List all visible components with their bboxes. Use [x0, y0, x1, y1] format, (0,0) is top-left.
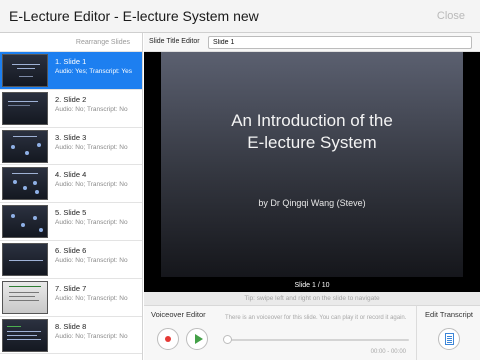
- slide-item-title: 1. Slide 1: [55, 57, 87, 66]
- slide-item-status: Audio: No; Transcript: No: [55, 256, 128, 264]
- slide-page-indicator: Slide 1 / 10: [144, 280, 480, 292]
- voiceover-message: There is an voiceover for this slide. Yo…: [225, 315, 407, 321]
- slide-preview[interactable]: An Introduction of the E-lecture System …: [161, 52, 463, 277]
- slide-thumbnail: [2, 242, 48, 276]
- slide-heading-line: E-lecture System: [247, 133, 377, 152]
- playback-time: 00:00 - 00:00: [370, 349, 406, 355]
- slide-item-title: 6. Slide 6: [55, 245, 87, 255]
- rearrange-slides-button[interactable]: Rearrange Slides: [0, 33, 142, 52]
- slide-item-status: Audio: No; Transcript: No: [55, 105, 128, 113]
- voiceover-editor: Voiceover Editor There is an voiceover f…: [144, 305, 416, 360]
- title-bar: E-Lecture Editor - E-lecture System new …: [0, 0, 480, 33]
- close-button[interactable]: Close: [437, 10, 465, 22]
- slide-list-item[interactable]: 1. Slide 1 Audio: Yes; Transcript: Yes: [0, 52, 142, 90]
- slide-author: by Dr Qingqi Wang (Steve): [258, 198, 366, 208]
- slide-title-editor: Slide Title Editor: [144, 33, 480, 52]
- slide-item-title: 8. Slide 8: [55, 321, 87, 331]
- transcript-title: Edit Transcript: [425, 310, 473, 319]
- slide-thumbnail: [2, 167, 48, 201]
- slide-list-item[interactable]: 4. Slide 4 Audio: No; Transcript: No: [0, 165, 142, 204]
- slide-item-status: Audio: No; Transcript: No: [55, 294, 128, 302]
- slide-item-status: Audio: No; Transcript: No: [55, 181, 128, 189]
- play-button[interactable]: [186, 328, 208, 350]
- slide-item-title: 3. Slide 3: [55, 132, 87, 142]
- playback-track[interactable]: [227, 339, 409, 341]
- slide-thumbnail: [2, 318, 48, 352]
- slide-thumbnail: [2, 54, 48, 87]
- slide-item-status: Audio: Yes; Transcript: Yes: [55, 68, 132, 75]
- slide-list-item[interactable]: 7. Slide 7 Audio: No; Transcript: No: [0, 278, 142, 317]
- edit-transcript-button[interactable]: [438, 328, 460, 350]
- slide-thumbnail: [2, 91, 48, 125]
- slide-item-title: 7. Slide 7: [55, 283, 87, 293]
- play-icon: [195, 334, 203, 344]
- slide-list-item[interactable]: 6. Slide 6 Audio: No; Transcript: No: [0, 240, 142, 279]
- slide-item-status: Audio: No; Transcript: No: [55, 219, 128, 227]
- slide-item-status: Audio: No; Transcript: No: [55, 143, 128, 151]
- slide-thumbnail: [2, 280, 48, 314]
- slide-thumbnail: [2, 129, 48, 163]
- record-icon: [165, 336, 171, 342]
- slide-list-item[interactable]: 3. Slide 3 Audio: No; Transcript: No: [0, 127, 142, 166]
- slide-list-item[interactable]: 2. Slide 2 Audio: No; Transcript: No: [0, 89, 142, 128]
- playback-slider-handle[interactable]: [223, 335, 232, 344]
- slide-item-title: 2. Slide 2: [55, 94, 87, 104]
- slide-heading-line: An Introduction of the: [231, 111, 393, 130]
- main-editor: Slide Title Editor An Introduction of th…: [144, 33, 480, 360]
- slide-item-status: Audio: No; Transcript: No: [55, 332, 128, 340]
- transcript-editor: Edit Transcript: [416, 305, 480, 360]
- navigation-tip: Tip: swipe left and right on the slide t…: [144, 292, 480, 305]
- slide-title-label: Slide Title Editor: [149, 38, 200, 45]
- voiceover-title: Voiceover Editor: [151, 310, 206, 319]
- slide-list-sidebar: Rearrange Slides 1. Slide 1 Audio: Yes; …: [0, 33, 143, 360]
- slide-item-title: 4. Slide 4: [55, 170, 87, 180]
- slide-item-title: 5. Slide 5: [55, 208, 87, 218]
- slide-heading: An Introduction of the E-lecture System: [161, 110, 463, 154]
- slide-thumbnail: [2, 205, 48, 239]
- slide-stage: An Introduction of the E-lecture System …: [144, 52, 480, 281]
- slide-list-item[interactable]: 8. Slide 8 Audio: No; Transcript: No: [0, 316, 142, 355]
- record-button[interactable]: [157, 328, 179, 350]
- slide-list-item[interactable]: 5. Slide 5 Audio: No; Transcript: No: [0, 203, 142, 241]
- slide-title-input[interactable]: [208, 36, 472, 49]
- app-title: E-Lecture Editor - E-lecture System new: [9, 8, 259, 24]
- document-icon: [445, 333, 454, 345]
